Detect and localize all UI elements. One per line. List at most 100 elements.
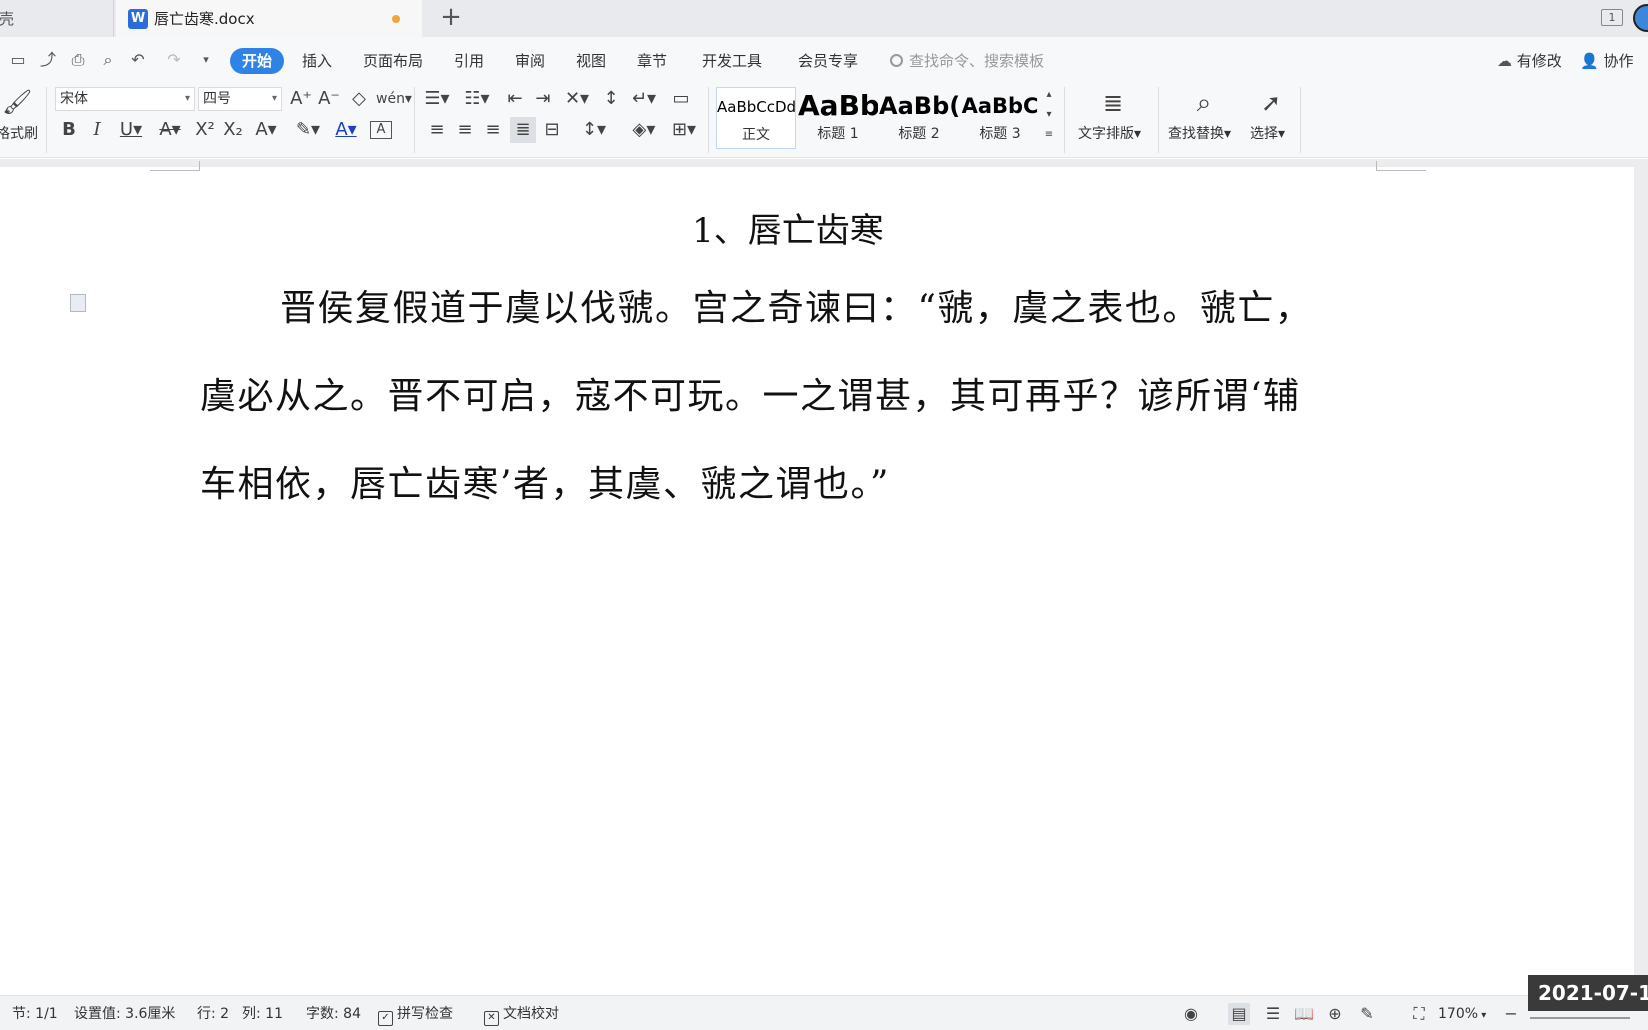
borders-icon[interactable]: ⊞▾ bbox=[668, 119, 700, 141]
style-heading-3-name: 标题 3 bbox=[979, 126, 1021, 142]
style-heading-3-sample: AaBbC bbox=[961, 94, 1039, 118]
export-icon[interactable]: ⤴ bbox=[38, 50, 58, 70]
find-replace-icon[interactable]: ⌕ bbox=[1188, 87, 1220, 119]
numbered-list-icon[interactable]: ☷▾ bbox=[462, 88, 492, 110]
distribute-icon[interactable]: ⊟ bbox=[540, 119, 564, 141]
spell-check-button[interactable]: ✓ 拼写检查 bbox=[378, 1005, 453, 1026]
style-normal[interactable]: AaBbCcDd 正文 bbox=[716, 87, 796, 149]
document-line-3[interactable]: 车相依，唇亡齿寒’者，其虞、虢之谓也。” bbox=[200, 455, 890, 507]
print-preview-icon[interactable]: ⌕ bbox=[98, 50, 118, 70]
format-painter-label[interactable]: 格式刷 bbox=[0, 123, 38, 143]
eye-protection-icon[interactable]: ◉ bbox=[1180, 1003, 1202, 1025]
align-left-icon[interactable]: ≡ bbox=[426, 119, 448, 141]
document-line-1[interactable]: 晋侯复假道于虞以伐虢。宫之奇谏曰：“虢，虞之表也。虢亡， bbox=[280, 279, 1312, 331]
style-heading-1[interactable]: AaBb 标题 1 bbox=[798, 87, 878, 149]
collaborate-button[interactable]: 👤 协作 bbox=[1580, 48, 1633, 74]
write-mode-icon[interactable]: ✎ bbox=[1356, 1003, 1378, 1025]
font-size-value: 四号 bbox=[203, 91, 231, 107]
chinese-layout-icon[interactable]: ✕▾ bbox=[562, 88, 592, 110]
line-spacing-icon[interactable]: ↕▾ bbox=[578, 119, 610, 141]
italic-icon[interactable]: I bbox=[86, 119, 108, 141]
status-setting-value[interactable]: 设置值: 3.6厘米 bbox=[74, 1005, 175, 1023]
clear-format-icon[interactable]: ◇ bbox=[348, 88, 370, 110]
reading-view-icon[interactable]: 📖 bbox=[1293, 1003, 1315, 1025]
undo-icon[interactable]: ↶ bbox=[128, 50, 148, 70]
save-icon[interactable]: ▭ bbox=[8, 50, 28, 70]
date-stamp: 2021-07-10 bbox=[1528, 975, 1648, 1011]
grow-font-icon[interactable]: A⁺ bbox=[290, 88, 312, 110]
unsaved-indicator-icon bbox=[392, 15, 400, 23]
style-heading-3[interactable]: AaBbC 标题 3 bbox=[960, 87, 1040, 149]
ribbon-divider bbox=[1064, 87, 1065, 153]
revision-button[interactable]: ☁ 有修改 bbox=[1497, 48, 1562, 74]
shading-icon[interactable]: ◈▾ bbox=[628, 119, 660, 141]
align-center-icon[interactable]: ≡ bbox=[454, 119, 476, 141]
document-title[interactable]: 1、唇亡齿寒 bbox=[0, 203, 1576, 252]
command-search[interactable]: 查找命令、搜索模板 bbox=[890, 48, 1044, 74]
menu-review[interactable]: 审阅 bbox=[515, 48, 545, 74]
paragraph-layout-icon[interactable] bbox=[70, 294, 86, 312]
tab-document[interactable]: W 唇亡齿寒.docx bbox=[116, 0, 422, 37]
increase-indent-icon[interactable]: ⇥ bbox=[532, 88, 554, 110]
format-painter-icon[interactable]: 🖌 bbox=[2, 87, 32, 117]
font-size-select[interactable]: 四号 ▾ bbox=[198, 87, 282, 111]
menu-insert[interactable]: 插入 bbox=[302, 48, 332, 74]
sort-icon[interactable]: ↕ bbox=[600, 88, 622, 110]
outline-view-icon[interactable]: ☰ bbox=[1262, 1003, 1284, 1025]
show-marks-icon[interactable]: ↵▾ bbox=[628, 88, 660, 110]
bullet-list-icon[interactable]: ☰▾ bbox=[422, 88, 452, 110]
font-name-select[interactable]: 宋体 ▾ bbox=[55, 87, 195, 111]
style-gallery-scroll-icon[interactable]: ▴ ▾ ≡ bbox=[1042, 85, 1056, 151]
zoom-select[interactable]: 170% ▾ bbox=[1438, 1005, 1486, 1023]
ruler-icon[interactable]: ▭ bbox=[668, 88, 694, 110]
highlight-icon[interactable]: ✎▾ bbox=[292, 119, 324, 141]
menu-membership[interactable]: 会员专享 bbox=[798, 48, 858, 74]
status-column[interactable]: 列: 11 bbox=[242, 1005, 283, 1023]
menu-section[interactable]: 章节 bbox=[637, 48, 667, 74]
shrink-font-icon[interactable]: A⁻ bbox=[318, 88, 340, 110]
tab-home[interactable]: 稻壳 bbox=[0, 0, 114, 37]
status-word-count[interactable]: 字数: 84 bbox=[306, 1005, 361, 1023]
window-count-icon[interactable]: 1 bbox=[1601, 9, 1623, 26]
status-row[interactable]: 行: 2 bbox=[197, 1005, 229, 1023]
text-layout-icon[interactable]: ≣ bbox=[1096, 87, 1130, 119]
menu-start[interactable]: 开始 bbox=[230, 48, 285, 74]
text-effect-icon[interactable]: A▾ bbox=[250, 119, 282, 141]
superscript-icon[interactable]: X² bbox=[192, 119, 218, 141]
document-page[interactable]: 1、唇亡齿寒 晋侯复假道于虞以伐虢。宫之奇谏曰：“虢，虞之表也。虢亡， 虞必从之… bbox=[0, 161, 1634, 995]
phonetic-guide-icon[interactable]: wén▾ bbox=[376, 88, 412, 110]
redo-icon[interactable]: ↷ bbox=[164, 50, 184, 70]
status-section[interactable]: 节: 1/1 bbox=[12, 1005, 58, 1023]
select-cursor-icon[interactable]: ➚ bbox=[1258, 87, 1284, 119]
find-replace-button[interactable]: 查找替换▾ bbox=[1168, 123, 1231, 143]
page-corner-mark bbox=[1376, 161, 1426, 171]
align-justify-icon[interactable]: ≣ bbox=[510, 117, 536, 143]
fit-page-icon[interactable]: ⛶ bbox=[1408, 1003, 1430, 1025]
char-border-icon[interactable]: A bbox=[370, 121, 392, 139]
avatar[interactable] bbox=[1633, 4, 1648, 32]
print-icon[interactable]: ⎙ bbox=[68, 50, 88, 70]
select-button[interactable]: 选择▾ bbox=[1250, 123, 1285, 143]
zoom-slider[interactable] bbox=[1530, 1017, 1630, 1019]
underline-icon[interactable]: U▾ bbox=[114, 119, 148, 141]
menu-developer[interactable]: 开发工具 bbox=[702, 48, 762, 74]
customize-toolbar-icon[interactable]: ▾ bbox=[196, 50, 216, 70]
strikethrough-icon[interactable]: A▾ bbox=[154, 119, 186, 141]
text-layout-button[interactable]: 文字排版▾ bbox=[1078, 123, 1141, 143]
zoom-out-icon[interactable]: − bbox=[1500, 1003, 1522, 1025]
web-view-icon[interactable]: ⊕ bbox=[1324, 1003, 1346, 1025]
spell-check-icon: ✓ bbox=[378, 1011, 393, 1026]
align-right-icon[interactable]: ≡ bbox=[482, 119, 504, 141]
decrease-indent-icon[interactable]: ⇤ bbox=[504, 88, 526, 110]
document-line-2[interactable]: 虞必从之。晋不可启，寇不可玩。一之谓甚，其可再乎？谚所谓‘辅 bbox=[200, 367, 1300, 419]
style-heading-2[interactable]: AaBb( 标题 2 bbox=[879, 87, 959, 149]
menu-page-layout[interactable]: 页面布局 bbox=[363, 48, 423, 74]
subscript-icon[interactable]: X₂ bbox=[220, 119, 246, 141]
doc-proof-button[interactable]: ✕ 文档校对 bbox=[484, 1005, 559, 1026]
page-view-icon[interactable]: ▤ bbox=[1228, 1003, 1250, 1025]
menu-references[interactable]: 引用 bbox=[454, 48, 484, 74]
bold-icon[interactable]: B bbox=[58, 119, 80, 141]
font-color-icon[interactable]: A▾ bbox=[330, 119, 362, 141]
menu-view[interactable]: 视图 bbox=[576, 48, 606, 74]
new-tab-button[interactable]: + bbox=[438, 4, 464, 31]
